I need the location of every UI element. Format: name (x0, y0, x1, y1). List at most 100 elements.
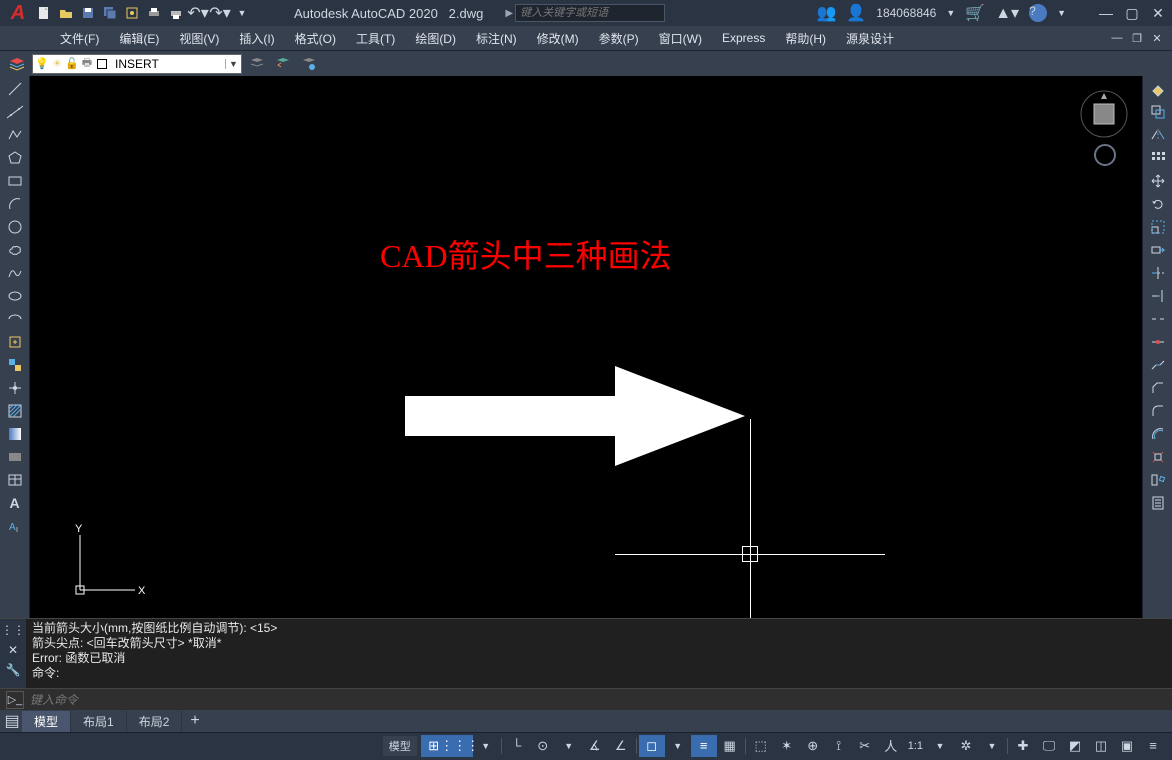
tool-spline-icon[interactable] (2, 262, 28, 284)
tool-array-icon[interactable] (1145, 147, 1171, 169)
qat-saveall-icon[interactable] (100, 3, 120, 23)
qat-open-icon[interactable] (56, 3, 76, 23)
status-units-icon[interactable]: ⟟ (826, 735, 852, 757)
mdi-minimize-icon[interactable]: — (1108, 30, 1126, 46)
qat-plot-icon[interactable] (144, 3, 164, 23)
menu-edit[interactable]: 编辑(E) (109, 27, 169, 50)
status-osnap-dd-icon[interactable]: ▼ (665, 735, 691, 757)
tool-rectangle-icon[interactable] (2, 170, 28, 192)
qat-print-icon[interactable] (166, 3, 186, 23)
status-snap-icon[interactable]: ⋮⋮⋮ (447, 735, 473, 757)
tool-block-icon[interactable] (2, 354, 28, 376)
menu-file[interactable]: 文件(F) (50, 27, 109, 50)
qat-dropdown-icon[interactable]: ▼ (232, 3, 252, 23)
cmdhist-clear-icon[interactable]: ✕ (4, 641, 22, 659)
status-scale-label[interactable]: 1:1 (904, 735, 927, 757)
menu-custom[interactable]: 源泉设计 (836, 27, 904, 50)
layer-properties-icon[interactable] (6, 53, 28, 75)
menu-format[interactable]: 格式(O) (285, 27, 346, 50)
tool-hatch-icon[interactable] (2, 400, 28, 422)
tool-break-at-icon[interactable] (1145, 331, 1171, 353)
tool-mirror-icon[interactable] (1145, 124, 1171, 146)
menu-parametric[interactable]: 参数(P) (589, 27, 649, 50)
status-transparency-icon[interactable]: ▦ (717, 735, 743, 757)
tool-mtext-icon[interactable]: AI (2, 515, 28, 537)
search-input[interactable] (515, 4, 665, 22)
tool-trim-icon[interactable] (1145, 262, 1171, 284)
tool-break-icon[interactable] (1145, 308, 1171, 330)
status-isodraft-icon[interactable]: ∡ (582, 735, 608, 757)
tool-rotate-icon[interactable] (1145, 193, 1171, 215)
user-icon[interactable]: 👤 (846, 3, 866, 23)
tool-extend-icon[interactable] (1145, 285, 1171, 307)
tool-join-icon[interactable] (1145, 354, 1171, 376)
tool-move-icon[interactable] (1145, 170, 1171, 192)
tool-properties-icon[interactable] (1145, 492, 1171, 514)
tab-add-icon[interactable]: + (182, 710, 207, 732)
share-icon[interactable]: 👥 (816, 3, 836, 23)
tool-explode-icon[interactable] (1145, 446, 1171, 468)
status-selection-icon[interactable]: ⬚ (748, 735, 774, 757)
close-button[interactable]: ✕ (1148, 3, 1168, 23)
menu-tools[interactable]: 工具(T) (346, 27, 405, 50)
status-qprops-icon[interactable]: ✂ (852, 735, 878, 757)
status-ortho-icon[interactable]: └ (504, 735, 530, 757)
menu-draw[interactable]: 绘图(D) (405, 27, 466, 50)
tab-layout1[interactable]: 布局1 (71, 711, 127, 732)
status-scale-dd-icon[interactable]: ▼ (927, 735, 953, 757)
cmdhist-settings-icon[interactable]: 🔧 (4, 661, 22, 679)
status-space-label[interactable]: 模型 (383, 736, 417, 756)
tool-insert-icon[interactable] (2, 331, 28, 353)
menu-express[interactable]: Express (712, 28, 775, 48)
tab-layout2[interactable]: 布局2 (127, 711, 183, 732)
command-history-text[interactable]: 当前箭头大小(mm,按图纸比例自动调节): <15> 箭头尖点: <回车改箭头尺… (26, 619, 1172, 688)
viewcube[interactable] (1080, 90, 1128, 138)
status-gizmo-icon[interactable]: ✶ (774, 735, 800, 757)
status-hardware-icon[interactable]: ◩ (1062, 735, 1088, 757)
status-ws-switch-icon[interactable]: ✚ (1010, 735, 1036, 757)
tool-table-icon[interactable] (2, 469, 28, 491)
menu-insert[interactable]: 插入(I) (229, 27, 284, 50)
status-annoscale-dd-icon[interactable]: ▼ (979, 735, 1005, 757)
qat-plot-preview-icon[interactable] (122, 3, 142, 23)
tab-list-icon[interactable]: ▤ (2, 711, 22, 731)
navbar-icon[interactable] (1094, 144, 1116, 166)
layer-combo[interactable]: 💡 ☀ 🔓 🖶 INSERT ▼ (32, 54, 242, 74)
tool-ellipse-icon[interactable] (2, 285, 28, 307)
tool-line-icon[interactable] (2, 78, 28, 100)
status-dynamic-input-icon[interactable]: ⊕ (800, 735, 826, 757)
menu-help[interactable]: 帮助(H) (775, 27, 836, 50)
status-annoscale-icon[interactable]: ✲ (953, 735, 979, 757)
qat-redo-icon[interactable]: ↷▾ (210, 3, 230, 23)
cmdhist-recent-icon[interactable]: ⋮⋮ (4, 621, 22, 639)
tool-erase-icon[interactable] (1145, 78, 1171, 100)
tool-offset-icon[interactable] (1145, 423, 1171, 445)
qat-save-icon[interactable] (78, 3, 98, 23)
status-clean-icon[interactable]: ▣ (1114, 735, 1140, 757)
qat-new-icon[interactable] (34, 3, 54, 23)
tool-fillet-icon[interactable] (1145, 400, 1171, 422)
tool-polygon-icon[interactable] (2, 147, 28, 169)
layer-iso-icon[interactable] (246, 53, 268, 75)
tool-align-icon[interactable] (1145, 469, 1171, 491)
menu-modify[interactable]: 修改(M) (527, 27, 589, 50)
status-osnap-icon[interactable]: ◻ (639, 735, 665, 757)
minimize-button[interactable]: — (1096, 3, 1116, 23)
tool-region-icon[interactable] (2, 446, 28, 468)
status-lineweight-icon[interactable]: ≡ (691, 735, 717, 757)
layer-dropdown-icon[interactable]: ▼ (225, 59, 241, 69)
layer-state-icon[interactable] (298, 53, 320, 75)
tool-scale-icon[interactable] (1145, 216, 1171, 238)
user-dropdown-icon[interactable]: ▼ (946, 8, 955, 18)
qat-undo-icon[interactable]: ↶▾ (188, 3, 208, 23)
appstore-icon[interactable]: ▲▾ (995, 3, 1019, 23)
status-isolate-icon[interactable]: ◫ (1088, 735, 1114, 757)
status-monitor-icon[interactable]: 🖵 (1036, 735, 1062, 757)
status-polar-icon[interactable]: ⊙ (530, 735, 556, 757)
tool-text-icon[interactable]: A (2, 492, 28, 514)
layer-prev-icon[interactable] (272, 53, 294, 75)
command-line-icon[interactable]: ▷_ (6, 691, 24, 709)
tool-copy-icon[interactable] (1145, 101, 1171, 123)
tool-arc-icon[interactable] (2, 193, 28, 215)
tool-chamfer-icon[interactable] (1145, 377, 1171, 399)
